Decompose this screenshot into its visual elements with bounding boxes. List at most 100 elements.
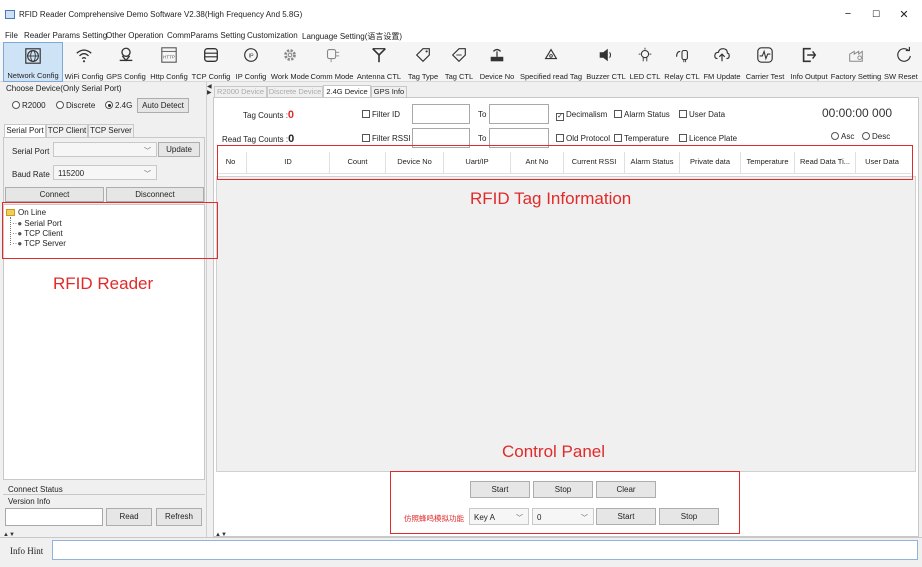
tool-wifi-config[interactable]: WiFi Config (64, 42, 104, 82)
filter-rssi-checkbox[interactable]: Filter RSSI (362, 134, 411, 143)
tool-sw-reset[interactable]: SW Reset (882, 42, 922, 82)
tool-antenna-ctl[interactable]: Antenna CTL (354, 42, 404, 82)
plug-icon (326, 49, 340, 63)
ip-icon: IP (244, 48, 258, 62)
info-hint-field[interactable] (52, 540, 918, 560)
tool-work-mode[interactable]: Work Mode (270, 42, 310, 82)
menu-customization[interactable]: Customization (247, 31, 298, 40)
tag-control-icon (451, 48, 466, 63)
window-title: RFID Reader Comprehensive Demo Software … (19, 10, 303, 19)
svg-text:IP: IP (248, 53, 253, 59)
filter-id-checkbox[interactable]: Filter ID (362, 110, 400, 119)
read-tag-counts-value: 0 (288, 133, 295, 145)
tool-tcp-config[interactable]: TCP Config (190, 42, 232, 82)
minimize-button[interactable]: − (838, 8, 858, 20)
pulse-icon (757, 47, 773, 63)
tool-network-config[interactable]: Network Config (3, 42, 63, 82)
tool-http-config[interactable]: HTTP Http Config (148, 42, 190, 82)
tool-specified-read-tag[interactable]: Specified read Tag (518, 42, 584, 82)
tool-tag-type[interactable]: Tag Type (404, 42, 442, 82)
control-panel-highlight-box (390, 471, 740, 534)
wifi-icon (76, 49, 92, 63)
tool-buzzer-ctl[interactable]: Buzzer CTL (584, 42, 628, 82)
sort-asc-radio[interactable]: Asc (831, 132, 854, 141)
menu-file[interactable]: File (5, 31, 18, 40)
temperature-checkbox[interactable]: Temperature (614, 134, 669, 143)
tab-r2000-device[interactable]: R2000 Device (214, 86, 267, 97)
tool-comm-mode[interactable]: Comm Mode (310, 42, 354, 82)
antenna-icon (372, 48, 386, 63)
tool-relay-ctl[interactable]: Relay CTL (662, 42, 702, 82)
disconnect-button[interactable]: Disconnect (106, 187, 204, 202)
tab-serial-port[interactable]: Serial Port (4, 124, 46, 137)
radio-2-4g[interactable]: 2.4G (105, 101, 132, 110)
chevron-down-icon: ﹀ (144, 148, 151, 155)
filter-rssi-to-label: To (478, 134, 487, 143)
led-icon (638, 47, 652, 62)
connect-button[interactable]: Connect (5, 187, 104, 202)
baud-rate-label: Baud Rate (12, 170, 50, 179)
tool-carrier-test[interactable]: Carrier Test (742, 42, 788, 82)
tool-info-output[interactable]: Info Output (788, 42, 830, 82)
tab-tcp-client[interactable]: TCP Client (46, 124, 88, 137)
collapse-arrow-icon-2[interactable]: ▲▼ (215, 532, 227, 538)
splitter-arrow-icon[interactable]: ◀ ▶ (207, 84, 212, 96)
title-bar: RFID Reader Comprehensive Demo Software … (0, 0, 922, 28)
tool-fm-update[interactable]: FM Update (702, 42, 742, 82)
version-info-field[interactable] (5, 508, 103, 526)
tag-icon (415, 48, 430, 63)
tool-tag-ctl[interactable]: Tag CTL (442, 42, 476, 82)
tag-counts-label: Tag Counts :0 (243, 109, 295, 121)
serial-port-select[interactable]: ﹀ (53, 142, 157, 157)
refresh-button[interactable]: Refresh (156, 508, 202, 526)
menu-reader-params[interactable]: Reader Params Setting (24, 31, 107, 40)
tab-tcp-server[interactable]: TCP Server (88, 124, 134, 137)
http-icon: HTTP (161, 47, 177, 63)
tab-gps-info[interactable]: GPS Info (371, 86, 407, 97)
maximize-button[interactable]: ☐ (866, 9, 886, 20)
sort-desc-radio[interactable]: Desc (862, 132, 890, 141)
radio-discrete[interactable]: Discrete (56, 101, 95, 110)
auto-detect-button[interactable]: Auto Detect (137, 98, 189, 113)
tool-gps-config[interactable]: GPS Config (104, 42, 148, 82)
app-icon (5, 10, 15, 19)
gear-icon (284, 49, 296, 61)
router-icon (490, 48, 504, 62)
close-button[interactable]: ✕ (894, 8, 914, 21)
menu-other-operation[interactable]: Other Operation (106, 31, 163, 40)
choose-device-title: Choose Device(Only Serial Port) (6, 84, 122, 93)
version-info-label: Version Info (8, 497, 51, 506)
tool-device-no[interactable]: Device No (476, 42, 518, 82)
divider (3, 494, 205, 495)
tool-factory-setting[interactable]: Factory Setting (830, 42, 882, 82)
annotation-rfid-reader: RFID Reader (53, 274, 154, 293)
filter-id-to-input[interactable] (489, 104, 549, 124)
tool-led-ctl[interactable]: LED CTL (628, 42, 662, 82)
update-button[interactable]: Update (158, 142, 200, 157)
chevron-down-icon: ﹀ (144, 171, 151, 178)
old-protocol-checkbox[interactable]: Old Protocol (556, 134, 610, 143)
tool-ip-config[interactable]: IP IP Config (232, 42, 270, 82)
export-icon (802, 47, 817, 63)
tab-2-4g-device[interactable]: 2.4G Device (323, 85, 371, 97)
baud-rate-select[interactable]: 115200 ﹀ (53, 165, 157, 180)
globe-icon (25, 48, 41, 64)
menu-bar: File Reader Params Setting Other Operati… (0, 28, 922, 42)
tag-counts-value: 0 (287, 109, 295, 121)
radio-r2000[interactable]: R2000 (12, 101, 46, 110)
toolbar: Network Config WiFi Config GPS Config HT… (0, 42, 922, 82)
user-data-checkbox[interactable]: User Data (679, 110, 725, 119)
tab-discrete-device[interactable]: Discrete Device (267, 86, 323, 97)
filter-id-from-input[interactable] (412, 104, 470, 124)
annotation-tag-info: RFID Tag Information (470, 189, 632, 208)
menu-language[interactable]: Language Setting(语言设置) (302, 31, 402, 42)
tag-info-highlight-box (217, 145, 913, 180)
decimalism-checkbox[interactable]: ✓ Decimalism (556, 110, 607, 121)
menu-comm-params[interactable]: CommParams Setting (167, 31, 245, 40)
database-icon (204, 48, 218, 62)
collapse-arrow-icon[interactable]: ▲▼ (3, 532, 15, 538)
alarm-status-checkbox[interactable]: Alarm Status (614, 110, 670, 119)
reset-icon (897, 46, 911, 62)
licence-plate-checkbox[interactable]: Licence Plate (679, 134, 737, 143)
read-button[interactable]: Read (106, 508, 152, 526)
